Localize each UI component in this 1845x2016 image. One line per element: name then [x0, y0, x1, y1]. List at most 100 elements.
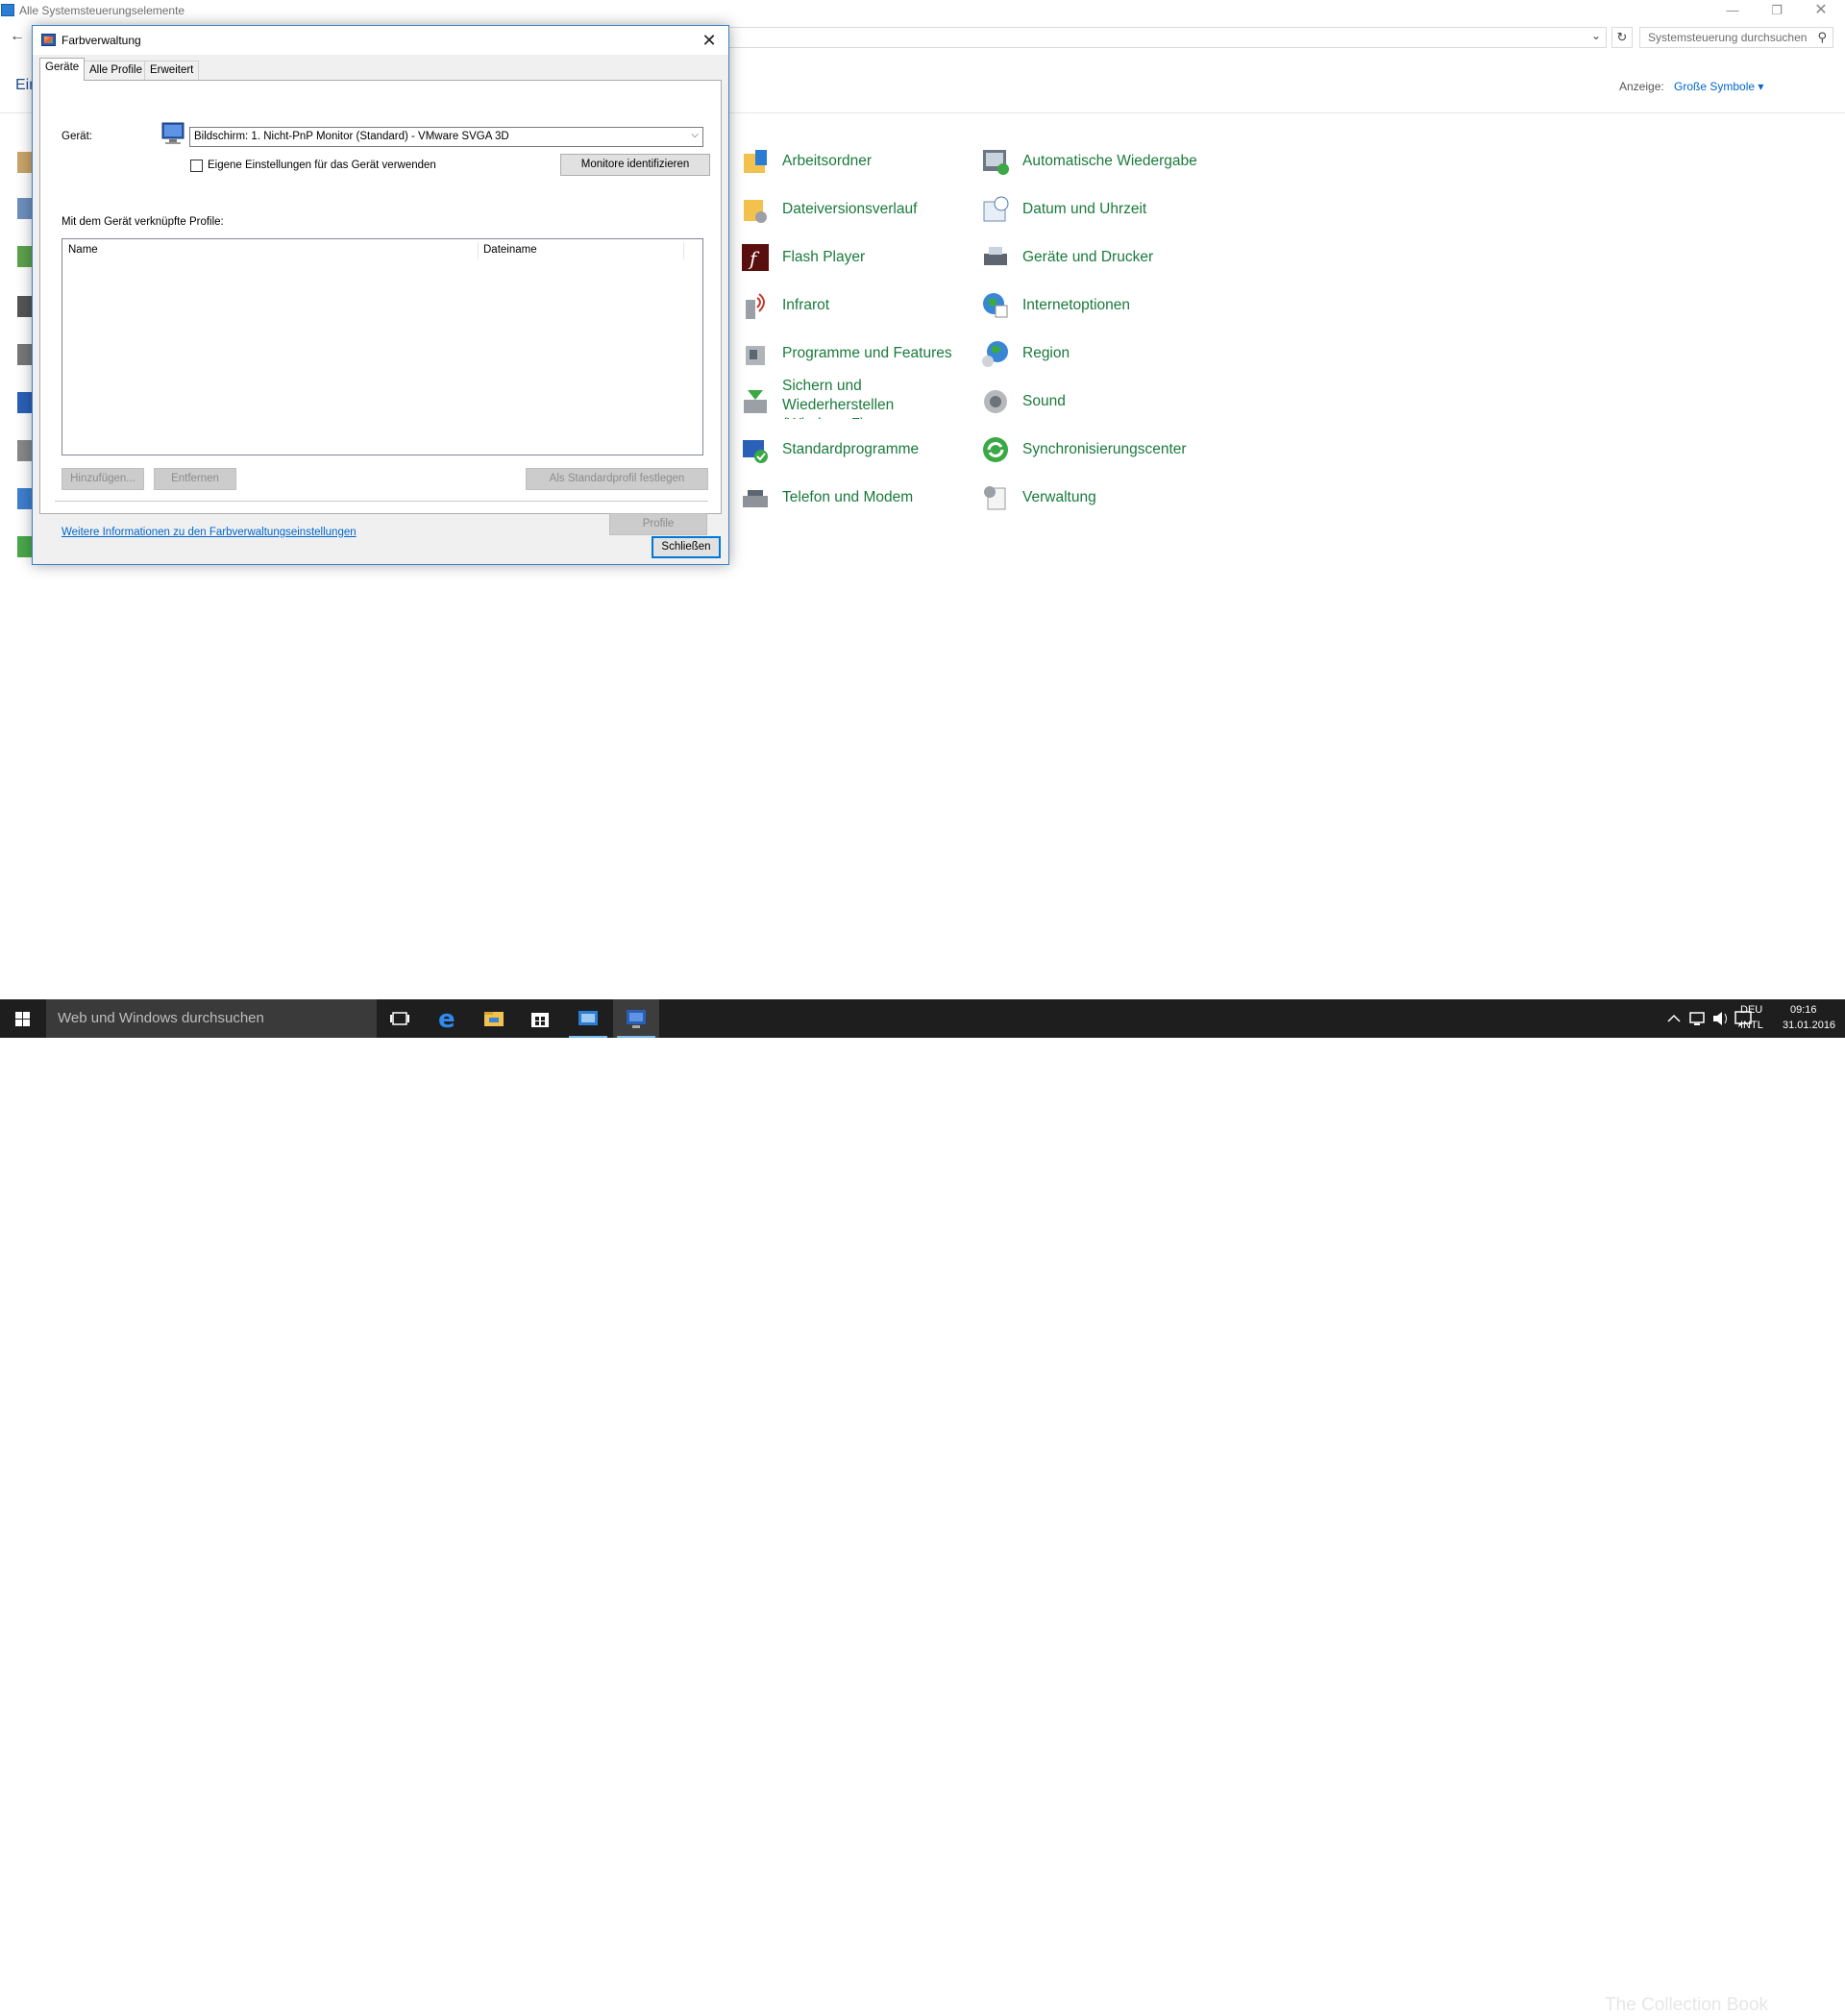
taskbar-search-input[interactable]: Web und Windows durchsuchen — [46, 999, 377, 1038]
color-management-taskbar-icon[interactable] — [613, 999, 659, 1038]
cp-item-sound[interactable]: Sound — [980, 382, 1066, 421]
cp-item-label: Infrarot — [782, 297, 830, 313]
cp-window-title: Alle Systemsteuerungselemente — [19, 4, 185, 17]
profiles-label: Mit dem Gerät verknüpfte Profile: — [62, 216, 224, 228]
cp-item-label: Telefon und Modem — [782, 489, 914, 505]
cp-item-verwaltung[interactable]: Verwaltung — [980, 479, 1096, 517]
input-language[interactable]: DEU — [1740, 1004, 1762, 1016]
view-mode-dropdown[interactable]: Große Symbole ▾ — [1674, 80, 1763, 93]
infrared-icon — [740, 290, 771, 321]
cp-item-label: Automatische Wiedergabe — [1022, 153, 1197, 169]
own-settings-checkbox[interactable] — [190, 160, 203, 172]
remove-profile-button[interactable]: Entfernen — [154, 468, 236, 490]
store-icon[interactable] — [517, 999, 563, 1038]
column-divider[interactable] — [478, 242, 479, 259]
tab-advanced[interactable]: Erweitert — [144, 61, 200, 80]
cp-titlebar: Alle Systemsteuerungselemente — ❐ ✕ — [0, 0, 1845, 21]
windows-start-icon[interactable] — [0, 999, 46, 1038]
cp-item-sichern[interactable]: Sichern und Wiederherstellen (Windows 7) — [740, 377, 926, 427]
cp-item-telefon[interactable]: Telefon und Modem — [740, 479, 913, 517]
task-view-icon[interactable] — [377, 999, 423, 1038]
column-header-filename[interactable]: Dateiname — [483, 244, 537, 256]
cp-item-label: Synchronisierungscenter — [1022, 441, 1187, 457]
cp-item-label: Geräte und Drucker — [1022, 249, 1154, 265]
cp-item-label: Sound — [1022, 393, 1066, 409]
cp-item-region[interactable]: Region — [980, 334, 1070, 373]
chevron-down-icon[interactable]: ⌄ — [1591, 29, 1601, 42]
device-select[interactable]: Bildschirm: 1. Nicht-PnP Monitor (Standa… — [189, 127, 703, 147]
cp-item-label: Sichern und Wiederherstellen (Windows 7) — [782, 378, 895, 419]
region-globe-icon — [980, 338, 1011, 369]
taskbar: Web und Windows durchsuchen e DEU INTL 0… — [0, 999, 1845, 2015]
identify-monitors-button[interactable]: Monitore identifizieren — [560, 154, 710, 176]
volume-icon[interactable] — [1709, 999, 1732, 1038]
profiles-button[interactable]: Profile — [609, 513, 707, 535]
cp-item-label: Dateiversionsverlauf — [782, 201, 918, 217]
cp-item-label: Standardprogramme — [782, 441, 920, 457]
own-settings-label[interactable]: Eigene Einstellungen für das Gerät verwe… — [208, 160, 436, 171]
cp-item-infrarot[interactable]: Infrarot — [740, 286, 829, 325]
cp-item-datum[interactable]: Datum und Uhrzeit — [980, 190, 1146, 229]
taskbar-search-placeholder: Web und Windows durchsuchen — [58, 1010, 264, 1026]
cp-item-dateiversionsverlauf[interactable]: Dateiversionsverlauf — [740, 190, 917, 229]
backup-icon — [740, 386, 771, 417]
cp-item-label: Datum und Uhrzeit — [1022, 201, 1147, 217]
clock-time[interactable]: 09:16 — [1790, 1004, 1817, 1016]
network-icon[interactable] — [1685, 999, 1709, 1038]
globe-icon — [980, 290, 1011, 321]
refresh-icon[interactable]: ↻ — [1611, 27, 1633, 48]
sync-icon — [980, 434, 1011, 465]
cp-item-flash-player[interactable]: f Flash Player — [740, 238, 865, 277]
programs-icon — [740, 338, 771, 369]
printer-icon — [980, 242, 1011, 273]
file-explorer-icon[interactable] — [471, 999, 517, 1038]
cp-item-autoplay[interactable]: Automatische Wiedergabe — [980, 142, 1197, 181]
cp-item-geraete[interactable]: Geräte und Drucker — [980, 238, 1153, 277]
calendar-clock-icon — [980, 194, 1011, 225]
info-link[interactable]: Weitere Informationen zu den Farbverwalt… — [62, 527, 357, 538]
maximize-button[interactable]: ❐ — [1755, 0, 1799, 21]
folder-sync-icon — [740, 146, 771, 177]
set-default-profile-button[interactable]: Als Standardprofil festlegen — [526, 468, 708, 490]
cp-item-arbeitsordner[interactable]: Arbeitsordner — [740, 142, 872, 181]
back-arrow-icon[interactable]: ← — [10, 28, 25, 45]
color-management-dialog: Farbverwaltung ✕ Geräte Alle Profile Erw… — [32, 25, 729, 565]
device-label: Gerät: — [62, 131, 92, 142]
cp-search-input[interactable]: Systemsteuerung durchsuchen ⚲ — [1639, 27, 1833, 48]
dialog-titlebar: Farbverwaltung ✕ — [33, 26, 728, 55]
divider — [55, 501, 708, 502]
tab-devices[interactable]: Geräte — [39, 58, 86, 81]
svg-text:e: e — [438, 1005, 455, 1034]
cp-item-internetoptionen[interactable]: Internetoptionen — [980, 286, 1130, 325]
column-divider[interactable] — [683, 242, 684, 259]
profiles-list[interactable]: Name Dateiname — [62, 238, 703, 455]
default-programs-icon — [740, 434, 771, 465]
clock-date[interactable]: 31.01.2016 — [1783, 1020, 1835, 1031]
cp-item-label: Internetoptionen — [1022, 297, 1131, 313]
tab-all-profiles[interactable]: Alle Profile — [84, 61, 148, 80]
cp-item-sync[interactable]: Synchronisierungscenter — [980, 430, 1187, 469]
cp-item-label: Region — [1022, 345, 1070, 361]
cp-item-label: Arbeitsordner — [782, 153, 873, 169]
close-button[interactable]: Schließen — [652, 536, 721, 558]
edge-browser-icon[interactable]: e — [425, 999, 471, 1038]
device-select-value: Bildschirm: 1. Nicht-PnP Monitor (Standa… — [194, 131, 509, 142]
control-panel-taskbar-icon[interactable] — [565, 999, 611, 1038]
chevron-up-icon[interactable] — [1662, 999, 1685, 1038]
minimize-button[interactable]: — — [1710, 0, 1755, 21]
search-icon[interactable]: ⚲ — [1817, 30, 1827, 45]
dialog-title: Farbverwaltung — [62, 34, 141, 47]
add-profile-button[interactable]: Hinzufügen... — [62, 468, 144, 490]
file-history-icon — [740, 194, 771, 225]
cp-search-placeholder: Systemsteuerung durchsuchen — [1648, 31, 1808, 44]
cp-item-label: Flash Player — [782, 249, 866, 265]
close-icon[interactable]: ✕ — [696, 28, 723, 53]
keyboard-layout[interactable]: INTL — [1740, 1020, 1763, 1031]
close-window-button[interactable]: ✕ — [1799, 0, 1843, 21]
cp-item-label: Verwaltung — [1022, 489, 1096, 505]
flash-player-icon: f — [740, 242, 771, 273]
cp-item-standardprogramme[interactable]: Standardprogramme — [740, 430, 919, 469]
speaker-icon — [980, 386, 1011, 417]
cp-item-programme[interactable]: Programme und Features — [740, 334, 952, 373]
column-header-name[interactable]: Name — [68, 244, 98, 256]
